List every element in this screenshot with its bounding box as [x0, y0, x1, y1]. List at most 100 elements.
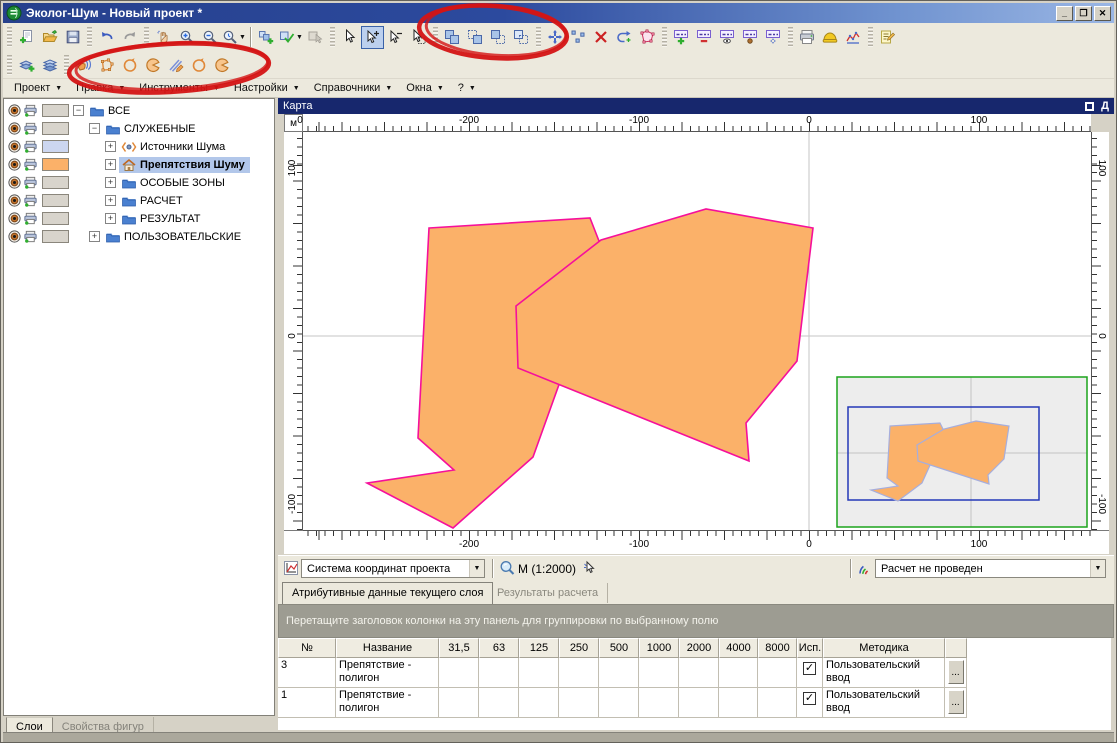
tree-item-osobye-zony[interactable]: +ОСОБЫЕ ЗОНЫ	[4, 174, 274, 191]
zoom-previous-button[interactable]: ▼	[221, 26, 247, 49]
label-show-button[interactable]	[716, 26, 739, 49]
cell-freq-250[interactable]	[559, 688, 599, 718]
chart-profile-button[interactable]	[842, 26, 865, 49]
draw-polygon-button[interactable]	[95, 53, 118, 76]
tree-item-istochniki-shuma[interactable]: +Источники Шума	[4, 138, 274, 155]
confirm-figure-button[interactable]: ▼	[278, 26, 304, 49]
menu-item-help[interactable]: ?▼	[451, 80, 483, 96]
shape-intersect-button[interactable]	[464, 26, 487, 49]
cell-freq-2000[interactable]	[679, 688, 719, 718]
cell-freq-500[interactable]	[599, 658, 639, 688]
cell-freq-2000[interactable]	[679, 658, 719, 688]
chevron-down-icon[interactable]: ▼	[1090, 560, 1105, 577]
layer-color-swatch[interactable]	[42, 176, 69, 189]
tab-attributes[interactable]: Атрибутивные данные текущего слоя	[282, 582, 493, 604]
layer-color-swatch[interactable]	[42, 158, 69, 171]
column-header-№[interactable]: №	[278, 638, 336, 658]
rotate-object-button[interactable]	[613, 26, 636, 49]
cell-method[interactable]: Пользовательский ввод	[823, 658, 945, 688]
shape-xor-button[interactable]	[510, 26, 533, 49]
close-button[interactable]: ✕	[1094, 6, 1111, 21]
layer-manager-button[interactable]	[38, 53, 61, 76]
cell-freq-31,5[interactable]	[439, 688, 479, 718]
column-header-2000[interactable]: 2000	[679, 638, 719, 658]
layer-add-button[interactable]	[15, 53, 38, 76]
maximize-button[interactable]: ❐	[1075, 6, 1092, 21]
zoom-in-button[interactable]	[175, 26, 198, 49]
layer-print-icon[interactable]	[23, 175, 39, 191]
label-remove-button[interactable]	[693, 26, 716, 49]
pin-panel-icon[interactable]: Д	[1101, 101, 1109, 112]
column-header-Название[interactable]: Название	[336, 638, 439, 658]
column-header-4000[interactable]: 4000	[719, 638, 758, 658]
tree-item-sluzhebnye[interactable]: −СЛУЖЕБНЫЕ	[4, 120, 274, 137]
expand-toggle-icon[interactable]: +	[105, 141, 116, 152]
column-header-Методика[interactable]: Методика	[823, 638, 945, 658]
cell-freq-125[interactable]	[519, 658, 559, 688]
column-header-1000[interactable]: 1000	[639, 638, 679, 658]
cell-freq-1000[interactable]	[639, 658, 679, 688]
toolbar-grip[interactable]	[144, 27, 149, 47]
column-header-Исп.[interactable]: Исп.	[797, 638, 823, 658]
layer-print-icon[interactable]	[23, 211, 39, 227]
method-ellipsis-button[interactable]: ...	[948, 660, 964, 684]
layer-print-icon[interactable]	[23, 121, 39, 137]
select-cursor-button[interactable]	[338, 26, 361, 49]
label-move-button[interactable]	[762, 26, 785, 49]
maximize-panel-icon[interactable]	[1085, 102, 1094, 111]
cell-number[interactable]: 3	[278, 658, 336, 688]
coord-system-combobox[interactable]: Система координат проекта ▼	[301, 559, 485, 578]
column-header-31,5[interactable]: 31,5	[439, 638, 479, 658]
menu-item-windows[interactable]: Окна▼	[399, 80, 451, 96]
save-project-button[interactable]	[61, 26, 84, 49]
menu-item-edit[interactable]: Правка▼	[69, 80, 132, 96]
undo-button[interactable]	[95, 26, 118, 49]
vertex-dots-button[interactable]	[567, 26, 590, 49]
app-logo-icon[interactable]	[6, 5, 22, 21]
cursor-pin-icon[interactable]	[581, 560, 597, 576]
cell-freq-250[interactable]	[559, 658, 599, 688]
layer-color-swatch[interactable]	[42, 212, 69, 225]
layer-visibility-eye-icon[interactable]	[7, 175, 23, 191]
cell-name[interactable]: Препятствие - полигон	[336, 658, 439, 688]
redo-button[interactable]	[118, 26, 141, 49]
draw-sector-alt-button[interactable]	[210, 53, 233, 76]
expand-toggle-icon[interactable]: +	[89, 231, 100, 242]
cell-freq-63[interactable]	[479, 688, 519, 718]
cell-freq-4000[interactable]	[719, 688, 758, 718]
project-notes-button[interactable]	[876, 26, 899, 49]
label-style-button[interactable]	[739, 26, 762, 49]
minimize-button[interactable]: _	[1056, 6, 1073, 21]
open-project-button[interactable]	[38, 26, 61, 49]
draw-circle-alt-button[interactable]	[187, 53, 210, 76]
label-add-button[interactable]	[670, 26, 693, 49]
column-header-63[interactable]: 63	[479, 638, 519, 658]
layer-visibility-eye-icon[interactable]	[7, 121, 23, 137]
pan-tool-button[interactable]	[152, 26, 175, 49]
layer-print-icon[interactable]	[23, 193, 39, 209]
checkbox-checked-icon[interactable]: ✓	[803, 692, 816, 705]
menu-item-tools[interactable]: Инструменты▼	[132, 80, 227, 96]
layer-visibility-eye-icon[interactable]	[7, 103, 23, 119]
tab-results[interactable]: Результаты расчета	[488, 583, 608, 603]
cell-freq-8000[interactable]	[758, 688, 797, 718]
layer-visibility-eye-icon[interactable]	[7, 229, 23, 245]
draw-polyline-button[interactable]	[164, 53, 187, 76]
layer-color-swatch[interactable]	[42, 140, 69, 153]
chevron-down-icon[interactable]: ▼	[239, 34, 246, 41]
shape-subtract-button[interactable]	[487, 26, 510, 49]
expand-toggle-icon[interactable]: +	[105, 213, 116, 224]
toolbar-grip[interactable]	[788, 27, 793, 47]
column-header-125[interactable]: 125	[519, 638, 559, 658]
toolbar-grip[interactable]	[64, 55, 69, 75]
move-vertex-button[interactable]	[544, 26, 567, 49]
expand-toggle-icon[interactable]: +	[105, 159, 116, 170]
select-add-button[interactable]	[361, 26, 384, 49]
cell-freq-500[interactable]	[599, 688, 639, 718]
cell-freq-125[interactable]	[519, 688, 559, 718]
cell-freq-1000[interactable]	[639, 688, 679, 718]
layer-visibility-eye-icon[interactable]	[7, 211, 23, 227]
layer-color-swatch[interactable]	[42, 104, 69, 117]
tree-item-vse[interactable]: −ВСЕ	[4, 102, 274, 119]
tree-item-polzovatelskie[interactable]: +ПОЛЬЗОВАТЕЛЬСКИЕ	[4, 228, 274, 245]
